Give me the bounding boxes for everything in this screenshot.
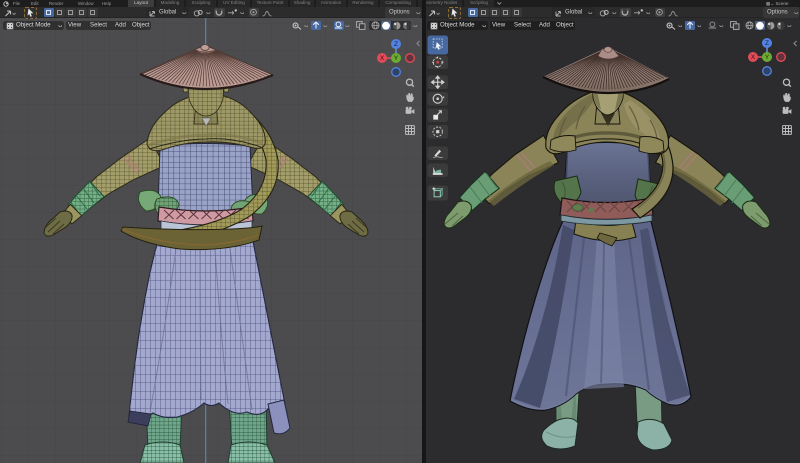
svg-text:X: X [380, 55, 385, 62]
svg-text:Z: Z [765, 40, 769, 47]
svg-text:Y: Y [765, 54, 770, 61]
svg-text:X: X [751, 54, 756, 61]
svg-text:Z: Z [394, 41, 398, 48]
svg-text:Y: Y [394, 55, 399, 62]
